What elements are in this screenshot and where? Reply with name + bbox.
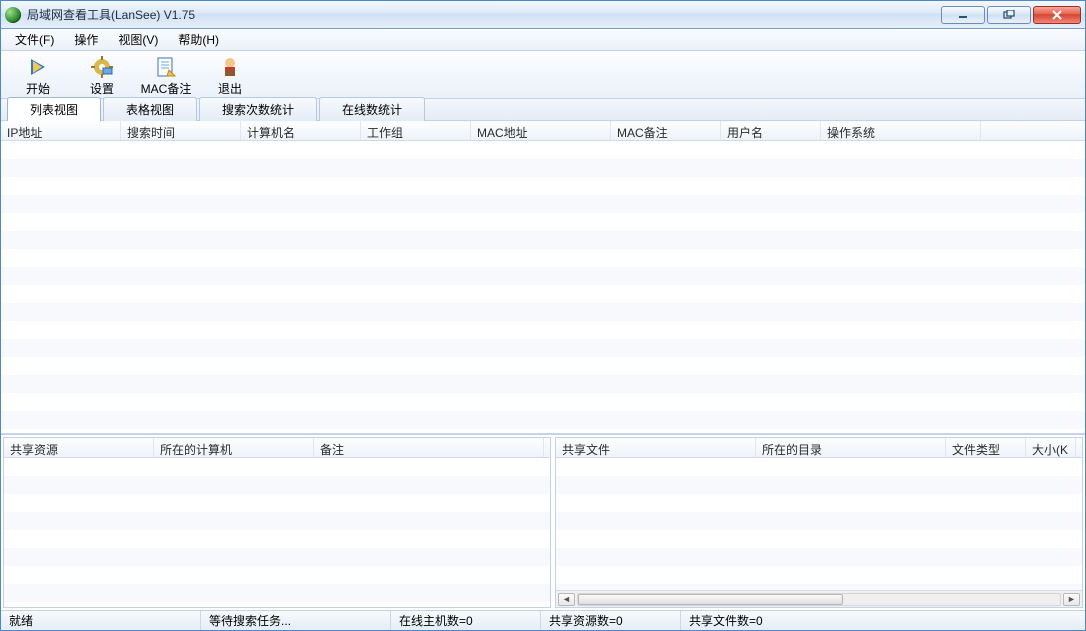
shared-file-col-0[interactable]: 共享文件 — [556, 438, 756, 457]
scroll-left-icon[interactable]: ◄ — [558, 593, 575, 606]
scroll-right-icon[interactable]: ► — [1063, 593, 1080, 606]
main-col-2[interactable]: 计算机名 — [241, 121, 361, 140]
tab-onlinestat[interactable]: 在线数统计 — [319, 97, 425, 121]
title-bar: 局域网查看工具(LanSee) V1.75 — [1, 1, 1085, 29]
toolbar: 开始 设置 MAC备注 — [1, 51, 1085, 99]
play-icon — [26, 56, 50, 78]
tab-listview[interactable]: 列表视图 — [7, 97, 101, 121]
main-col-5[interactable]: MAC备注 — [611, 121, 721, 140]
settings-button[interactable]: 设置 — [71, 53, 133, 98]
shared-files-pane: 共享文件所在的目录文件类型大小(K ◄ ► — [555, 437, 1083, 608]
start-button[interactable]: 开始 — [7, 53, 69, 98]
maximize-button[interactable] — [987, 6, 1031, 24]
shared-file-col-2[interactable]: 文件类型 — [946, 438, 1026, 457]
main-col-0[interactable]: IP地址 — [1, 121, 121, 140]
status-shared-res: 共享资源数=0 — [541, 611, 681, 630]
status-online-hosts: 在线主机数=0 — [391, 611, 541, 630]
minimize-icon — [958, 10, 968, 20]
menu-bar: 文件(F) 操作 视图(V) 帮助(H) — [1, 29, 1085, 51]
minimize-button[interactable] — [941, 6, 985, 24]
main-col-4[interactable]: MAC地址 — [471, 121, 611, 140]
shared-file-col-3[interactable]: 大小(K — [1026, 438, 1076, 457]
main-col-6[interactable]: 用户名 — [721, 121, 821, 140]
main-col-7[interactable]: 操作系统 — [821, 121, 981, 140]
menu-help[interactable]: 帮助(H) — [168, 28, 229, 51]
shared-res-col-2[interactable]: 备注 — [314, 438, 544, 457]
start-label: 开始 — [26, 80, 50, 97]
tab-tableview[interactable]: 表格视图 — [103, 97, 197, 121]
scroll-track[interactable] — [577, 593, 1061, 606]
shared-files-scrollbar[interactable]: ◄ ► — [556, 590, 1082, 607]
exit-label: 退出 — [218, 80, 242, 97]
tab-strip: 列表视图 表格视图 搜索次数统计 在线数统计 — [1, 99, 1085, 121]
main-grid-header: IP地址搜索时间计算机名工作组MAC地址MAC备注用户名操作系统 — [1, 121, 1085, 141]
app-icon — [5, 7, 21, 23]
tab-searchstat[interactable]: 搜索次数统计 — [199, 97, 317, 121]
main-grid: IP地址搜索时间计算机名工作组MAC地址MAC备注用户名操作系统 — [1, 121, 1085, 434]
menu-view[interactable]: 视图(V) — [108, 28, 168, 51]
close-icon — [1052, 10, 1062, 20]
menu-operate[interactable]: 操作 — [64, 28, 108, 51]
status-shared-files: 共享文件数=0 — [681, 611, 1085, 630]
shared-files-header: 共享文件所在的目录文件类型大小(K — [556, 438, 1082, 458]
settings-label: 设置 — [90, 80, 114, 97]
exit-icon — [218, 56, 242, 78]
status-bar: 就绪 等待搜索任务... 在线主机数=0 共享资源数=0 共享文件数=0 — [1, 610, 1085, 630]
menu-file[interactable]: 文件(F) — [5, 28, 64, 51]
gear-icon — [90, 56, 114, 78]
macnote-label: MAC备注 — [141, 80, 192, 97]
main-grid-body[interactable] — [1, 141, 1085, 433]
close-button[interactable] — [1033, 6, 1081, 24]
main-col-3[interactable]: 工作组 — [361, 121, 471, 140]
shared-files-body[interactable] — [556, 458, 1082, 590]
bottom-panes: 共享资源所在的计算机备注 共享文件所在的目录文件类型大小(K ◄ ► — [1, 434, 1085, 610]
main-col-1[interactable]: 搜索时间 — [121, 121, 241, 140]
shared-resources-pane: 共享资源所在的计算机备注 — [3, 437, 551, 608]
window-title: 局域网查看工具(LanSee) V1.75 — [27, 6, 195, 23]
scroll-thumb[interactable] — [578, 594, 843, 605]
note-icon — [154, 56, 178, 78]
window-controls — [941, 6, 1081, 24]
status-waiting: 等待搜索任务... — [201, 611, 391, 630]
exit-button[interactable]: 退出 — [199, 53, 261, 98]
macnote-button[interactable]: MAC备注 — [135, 53, 197, 98]
shared-resources-header: 共享资源所在的计算机备注 — [4, 438, 550, 458]
shared-resources-body[interactable] — [4, 458, 550, 607]
shared-res-col-1[interactable]: 所在的计算机 — [154, 438, 314, 457]
status-ready: 就绪 — [1, 611, 201, 630]
maximize-icon — [1003, 10, 1015, 20]
shared-file-col-1[interactable]: 所在的目录 — [756, 438, 946, 457]
shared-res-col-0[interactable]: 共享资源 — [4, 438, 154, 457]
